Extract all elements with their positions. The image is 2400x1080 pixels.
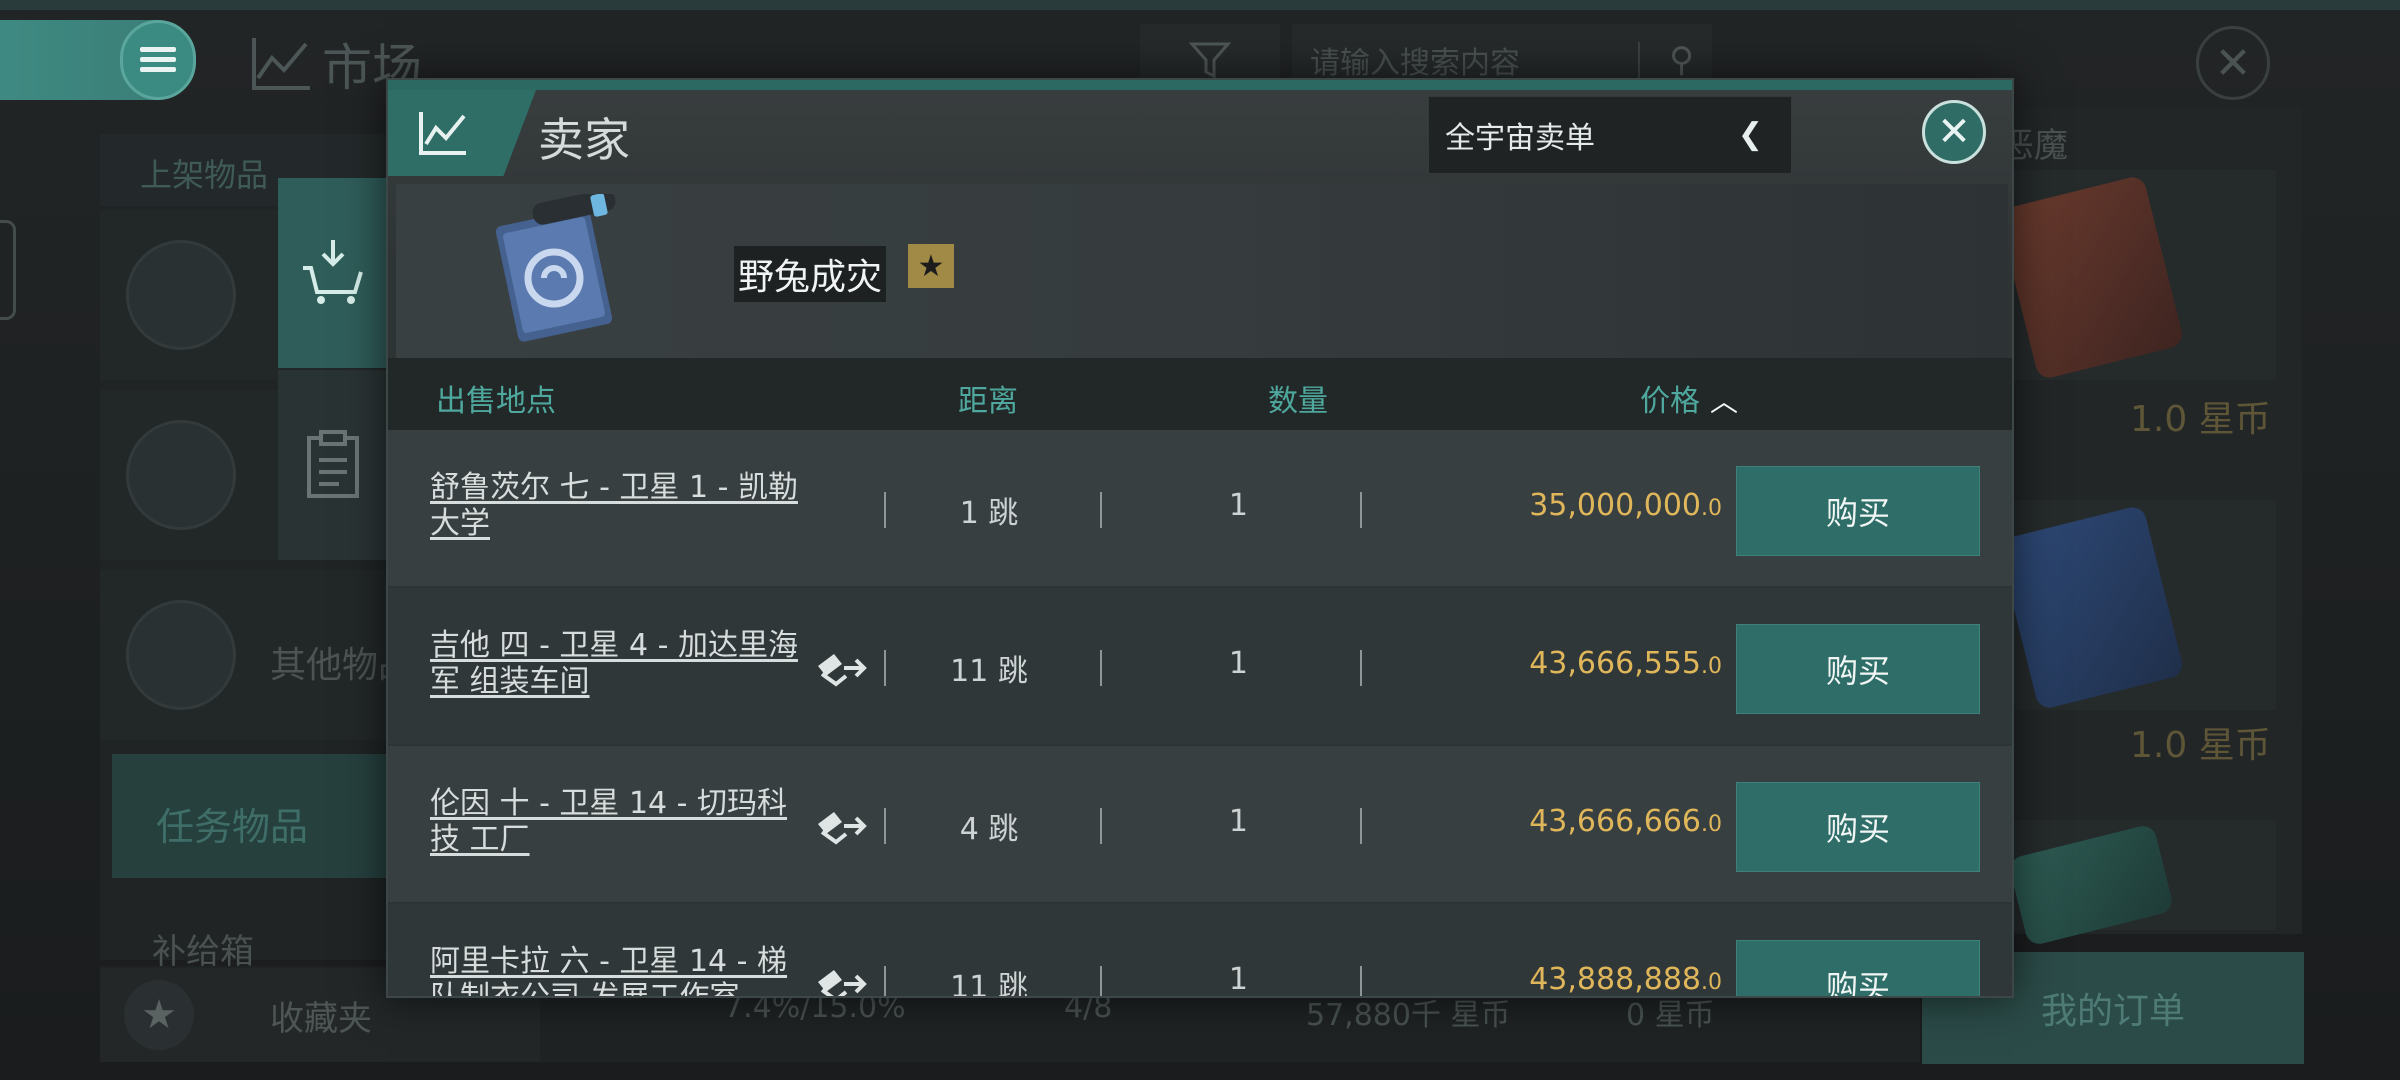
- sort-ascending-icon[interactable]: ︿: [1710, 380, 1738, 420]
- price-value: 43,666,666.0: [1448, 804, 1722, 839]
- table-row: 伦因 十 - 卫星 14 - 切玛科技 工厂 4 跳 1 43,666,666.…: [388, 746, 2012, 902]
- search-placeholder: 请输入搜索内容: [1310, 46, 1520, 81]
- star-icon: ★: [124, 980, 194, 1050]
- blueprint-image: [1997, 504, 2185, 711]
- close-icon[interactable]: ✕: [1922, 100, 1986, 164]
- line-chart-icon: [419, 112, 466, 155]
- buy-button[interactable]: 购买: [1736, 466, 1980, 556]
- price-decimal: .0: [1701, 970, 1722, 995]
- remote-dock-icon: [818, 970, 867, 996]
- quantity-value: 1: [1228, 488, 1248, 523]
- sell-location[interactable]: 阿里卡拉 六 - 卫星 14 - 梯队制衣公司 发展工作室: [430, 944, 810, 996]
- column-divider: [1100, 966, 1102, 996]
- price-decimal: .0: [1701, 496, 1722, 521]
- column-divider: [1100, 650, 1102, 686]
- quantity-value: 1: [1228, 646, 1248, 681]
- price-value: 43,666,555.0: [1448, 646, 1722, 681]
- remote-dock-icon: [818, 812, 867, 845]
- blueprint-image: [1997, 174, 2185, 381]
- dialog-title: 卖家: [538, 113, 630, 167]
- dialog-accent-line: [388, 80, 2012, 90]
- chart-tab[interactable]: [388, 90, 536, 176]
- table-row: 舒鲁茨尔 七 - 卫星 1 - 凯勒大学 1 跳 1 35,000,000.0 …: [388, 430, 2012, 586]
- remote-dock-icon: [818, 654, 867, 687]
- price-integer: 43,888,888: [1529, 962, 1701, 997]
- sell-location[interactable]: 伦因 十 - 卫星 14 - 切玛科技 工厂: [430, 786, 810, 858]
- quantity-value: 1: [1228, 962, 1248, 997]
- item-band: 野兔成灾 ★: [396, 184, 2008, 358]
- buy-button[interactable]: 购买: [1736, 940, 1980, 996]
- item-card[interactable]: [1976, 820, 2276, 947]
- jump-distance: 4 跳: [959, 812, 1019, 847]
- line-chart-icon: [252, 38, 310, 90]
- buy-orders-tab[interactable]: [278, 178, 388, 368]
- column-divider: [884, 492, 886, 528]
- column-divider: [1100, 492, 1102, 528]
- order-scope-dropdown[interactable]: 全宇宙卖单 ❮: [1428, 96, 1792, 174]
- price-integer: 35,000,000: [1529, 488, 1701, 523]
- seller-dialog: 卖家 全宇宙卖单 ❮ ✕ 野兔成灾 ★ 出售地点 距离 数量 价格 ︿ 舒鲁茨尔…: [386, 78, 2014, 998]
- top-strip: [0, 0, 2400, 10]
- chevron-left-icon: ❮: [1737, 117, 1763, 152]
- jump-distance: 1 跳: [959, 496, 1019, 531]
- star-icon: ★: [908, 244, 954, 288]
- column-divider: [1360, 966, 1362, 996]
- blueprint-image: [2007, 823, 2175, 947]
- clipboard-icon: [307, 430, 359, 498]
- col-distance[interactable]: 距离: [958, 376, 1018, 420]
- column-divider: [1360, 808, 1362, 844]
- orders-list-tab[interactable]: [278, 370, 388, 560]
- table-row: 阿里卡拉 六 - 卫星 14 - 梯队制衣公司 发展工作室 11 跳 1 43,…: [388, 904, 2012, 998]
- column-divider: [1360, 650, 1362, 686]
- hamburger-icon: [140, 47, 176, 73]
- category-icon: [126, 240, 236, 350]
- market-close-icon[interactable]: ✕: [2196, 26, 2270, 100]
- item-price: 1.0 星币: [2130, 399, 2271, 440]
- seller-name: 野兔成灾: [734, 246, 887, 302]
- item-card[interactable]: [1976, 170, 2276, 381]
- table-header: 出售地点 距离 数量 价格 ︿: [388, 358, 2012, 430]
- item-card[interactable]: [1976, 500, 2276, 711]
- column-divider: [884, 808, 886, 844]
- price-decimal: .0: [1701, 812, 1722, 837]
- table-row: 吉他 四 - 卫星 4 - 加达里海军 组装车间 11 跳 1 43,666,5…: [388, 588, 2012, 744]
- buy-button[interactable]: 购买: [1736, 782, 1980, 872]
- item-price: 1.0 星币: [2130, 725, 2271, 766]
- column-divider: [884, 966, 886, 996]
- filter-icon: [1188, 42, 1232, 79]
- search-divider: [1638, 42, 1640, 78]
- col-quantity[interactable]: 数量: [1268, 376, 1328, 420]
- column-divider: [1360, 492, 1362, 528]
- quantity-value: 1: [1228, 804, 1248, 839]
- price-integer: 43,666,666: [1529, 804, 1701, 839]
- category-icon: [126, 600, 236, 710]
- price-decimal: .0: [1701, 654, 1722, 679]
- col-location[interactable]: 出售地点: [436, 376, 556, 420]
- price-value: 43,888,888.0: [1448, 962, 1722, 997]
- buy-button[interactable]: 购买: [1736, 624, 1980, 714]
- sell-location[interactable]: 舒鲁茨尔 七 - 卫星 1 - 凯勒大学: [430, 470, 810, 542]
- col-price[interactable]: 价格: [1640, 376, 1700, 420]
- task-items-tab[interactable]: 任务物品: [112, 754, 400, 878]
- side-hex-icon: [0, 220, 16, 320]
- price-value: 35,000,000.0: [1448, 488, 1722, 523]
- sell-location[interactable]: 吉他 四 - 卫星 4 - 加达里海军 组装车间: [430, 628, 810, 700]
- favorites-label: 收藏夹: [270, 998, 372, 1039]
- blueprint-icon: [495, 194, 616, 342]
- search-icon[interactable]: ⚲: [1669, 40, 1694, 80]
- menu-button[interactable]: [120, 20, 196, 100]
- jump-distance: 11 跳: [950, 970, 1028, 998]
- order-scope-value: 全宇宙卖单: [1445, 121, 1595, 156]
- cart-download-icon: [303, 240, 363, 304]
- price-integer: 43,666,555: [1529, 646, 1701, 681]
- jump-distance: 11 跳: [950, 654, 1028, 689]
- category-icon: [126, 420, 236, 530]
- column-divider: [1100, 808, 1102, 844]
- column-divider: [884, 650, 886, 686]
